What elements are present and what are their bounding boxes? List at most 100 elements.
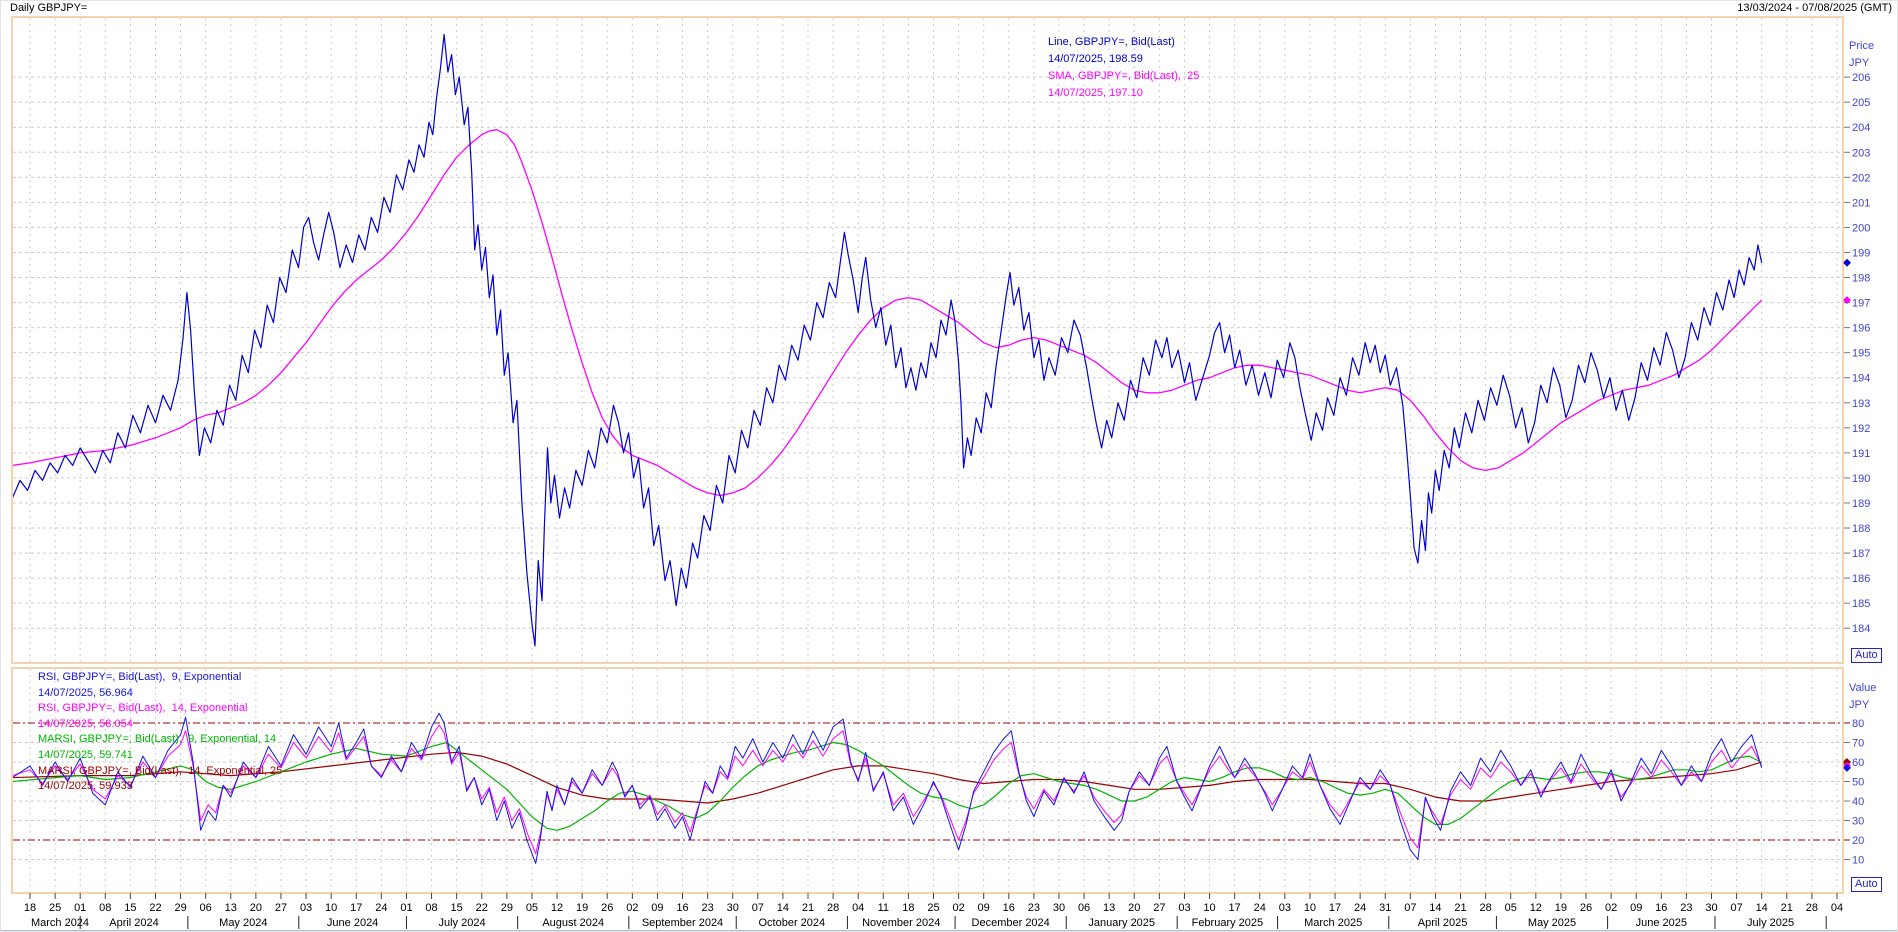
day-label: 03 [300, 902, 312, 914]
day-label: 17 [350, 902, 362, 914]
price-tick-label: 193 [1852, 398, 1870, 410]
price-tick-label: 194 [1852, 373, 1870, 385]
rsi-legend-row: 14/07/2025, 59.933 [38, 779, 282, 795]
day-label: 19 [576, 902, 588, 914]
price-tick-label: 189 [1852, 498, 1870, 510]
day-label: 04 [1831, 902, 1843, 914]
day-label: 06 [1078, 902, 1090, 914]
day-label: 13 [1103, 902, 1115, 914]
price-tick-label: 196 [1852, 323, 1870, 335]
day-label: 05 [1505, 902, 1517, 914]
value-tick-label: 20 [1852, 835, 1864, 847]
day-label: 23 [1028, 902, 1040, 914]
month-label: July 2024 [438, 917, 485, 929]
day-label: 24 [375, 902, 387, 914]
value-tick-label: 60 [1852, 757, 1864, 769]
day-label: 24 [1254, 902, 1266, 914]
price-tick-label: 206 [1852, 72, 1870, 84]
price-tick-label: 184 [1852, 623, 1870, 635]
price-tick-label: 198 [1852, 273, 1870, 285]
value-tick-label: 30 [1852, 816, 1864, 828]
price-tick-label: 191 [1852, 448, 1870, 460]
price-tick-label: 201 [1852, 197, 1870, 209]
month-label: September 2024 [642, 917, 723, 929]
day-label: 07 [1730, 902, 1742, 914]
day-label: 15 [451, 902, 463, 914]
rsi-legend-row: 14/07/2025, 58.054 [38, 717, 282, 733]
day-label: 10 [325, 902, 337, 914]
day-label: 28 [1480, 902, 1492, 914]
day-label: 20 [1128, 902, 1140, 914]
day-label: 21 [1781, 902, 1793, 914]
value-tick-label: 50 [1852, 777, 1864, 789]
value-axis-unit: JPY [1849, 699, 1869, 711]
value-tick-label: 10 [1852, 855, 1864, 867]
day-label: 02 [626, 902, 638, 914]
price-tick-label: 205 [1852, 97, 1870, 109]
month-label: April 2024 [109, 917, 159, 929]
rsi-legend-row: RSI, GBPJPY=, Bid(Last), 14, Exponential [38, 701, 282, 717]
day-label: 29 [174, 902, 186, 914]
day-label: 19 [1555, 902, 1567, 914]
price-tick-label: 185 [1852, 598, 1870, 610]
month-label: November 2024 [862, 917, 940, 929]
day-label: 29 [501, 902, 513, 914]
day-label: 14 [777, 902, 789, 914]
day-label: 31 [1379, 902, 1391, 914]
day-label: 18 [24, 902, 36, 914]
rsi-legend-row: 14/07/2025, 59.741 [38, 748, 282, 764]
value-tick-label: 70 [1852, 738, 1864, 750]
price-tick-label: 199 [1852, 247, 1870, 259]
month-label: May 2025 [1528, 917, 1576, 929]
value-tick-label: 80 [1852, 718, 1864, 730]
day-label: 14 [1429, 902, 1441, 914]
day-label: 17 [1329, 902, 1341, 914]
day-label: 13 [225, 902, 237, 914]
day-label: 09 [978, 902, 990, 914]
month-label: December 2024 [972, 917, 1050, 929]
day-label: 09 [651, 902, 663, 914]
day-label: 23 [1680, 902, 1692, 914]
day-label: 07 [1404, 902, 1416, 914]
day-label: 28 [1806, 902, 1818, 914]
day-label: 08 [425, 902, 437, 914]
day-label: 09 [1630, 902, 1642, 914]
day-label: 04 [852, 902, 864, 914]
rsi-legend-row: MARSI, GBPJPY=, Bid(Last), 9, Exponentia… [38, 732, 282, 748]
day-label: 14 [1756, 902, 1768, 914]
month-label: October 2024 [758, 917, 825, 929]
day-label: 22 [149, 902, 161, 914]
month-label: July 2025 [1747, 917, 1794, 929]
chart-title: Daily GBPJPY= [10, 2, 87, 14]
day-label: 06 [200, 902, 212, 914]
day-label: 18 [902, 902, 914, 914]
day-label: 25 [927, 902, 939, 914]
day-label: 03 [1178, 902, 1190, 914]
day-label: 05 [526, 902, 538, 914]
price-tick-label: 203 [1852, 147, 1870, 159]
day-label: 01 [74, 902, 86, 914]
month-label: January 2025 [1088, 917, 1155, 929]
month-label: May 2024 [219, 917, 267, 929]
day-label: 24 [1354, 902, 1366, 914]
last-value-marker [1843, 259, 1851, 267]
price-tick-label: 192 [1852, 423, 1870, 435]
rsi-pane[interactable] [12, 668, 1843, 893]
main-legend-row: SMA, GBPJPY=, Bid(Last), 25 [1048, 68, 1199, 85]
day-label: 30 [1705, 902, 1717, 914]
price-axis-unit: JPY [1849, 57, 1869, 69]
day-label: 16 [1655, 902, 1667, 914]
main-chart-pane[interactable] [12, 17, 1843, 663]
day-label: 12 [551, 902, 563, 914]
day-label: 28 [827, 902, 839, 914]
price-axis-auto-button[interactable]: Auto [1851, 648, 1882, 663]
day-label: 10 [1304, 902, 1316, 914]
day-label: 12 [1530, 902, 1542, 914]
month-label: June 2025 [1636, 917, 1687, 929]
day-label: 27 [275, 902, 287, 914]
value-axis-auto-button[interactable]: Auto [1851, 877, 1882, 892]
day-label: 16 [676, 902, 688, 914]
main-chart-legend: Line, GBPJPY=, Bid(Last)14/07/2025, 198.… [1048, 34, 1199, 102]
day-label: 21 [1454, 902, 1466, 914]
day-label: 01 [400, 902, 412, 914]
